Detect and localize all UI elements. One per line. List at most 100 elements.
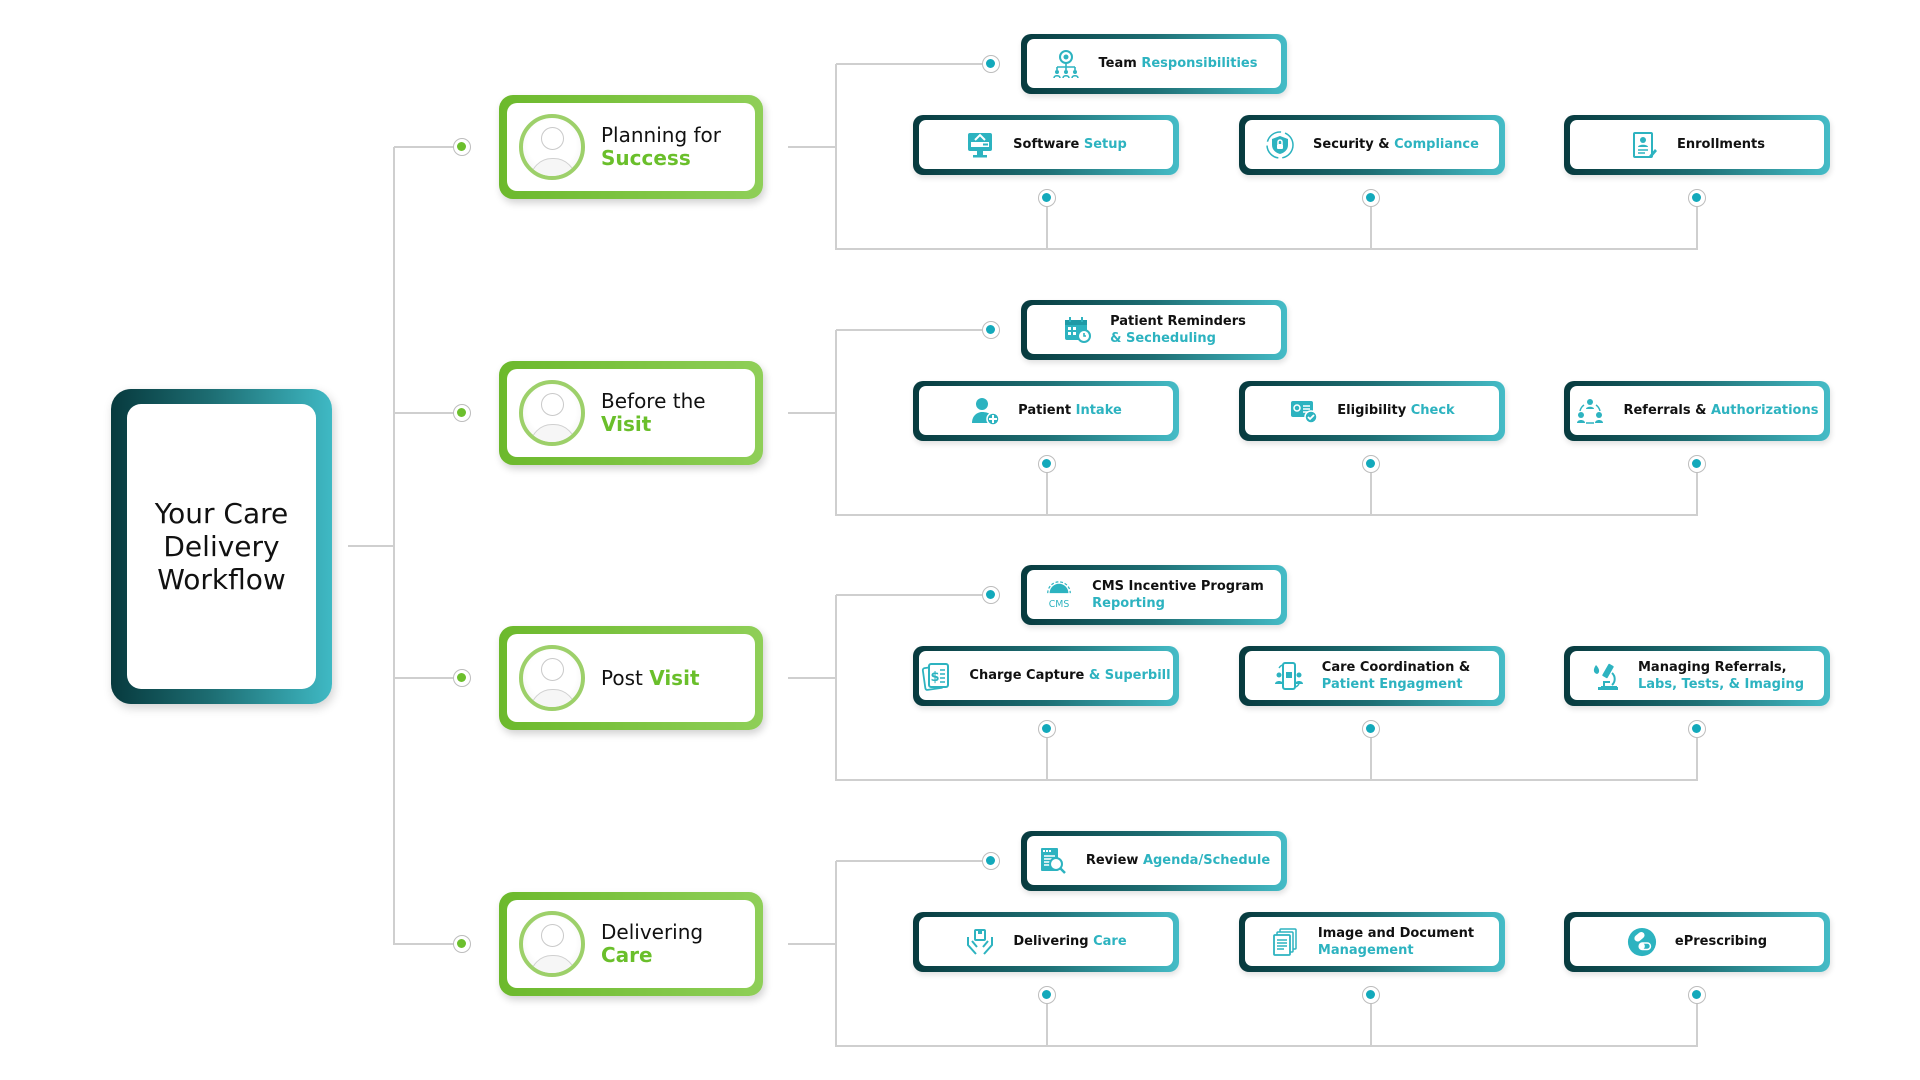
phase-2-task-3-card-inner: Referrals & Authorizations [1570,386,1824,435]
avatar-head [541,924,564,947]
phase-4-task-1-node[interactable] [1038,986,1056,1004]
phase-2-task-3-card-label-plain: Referrals & [1623,403,1711,418]
phase-1-top-task-node[interactable] [982,55,1000,73]
phase-3-top-task-node[interactable] [982,586,1000,604]
microscope-icon [1590,661,1620,691]
phase-3-top-task-card-label: CMS Incentive Program Reporting [1092,578,1264,612]
phase-2-task-1-card-label-accent: Intake [1075,403,1122,418]
phase-1-card[interactable]: Planning for Success [499,95,763,199]
phase-2-task-2-node[interactable] [1362,455,1380,473]
phase-2-top-task-card[interactable]: Patient Reminders & Secheduling [1021,300,1287,360]
phase-3-task-1-card[interactable]: $ Charge Capture & Superbill [913,646,1179,706]
avatar-body [530,689,576,707]
phase-1-task-1-card[interactable]: Software Setup [913,115,1179,175]
phase-3-task-1-node[interactable] [1038,720,1056,738]
phase-3-node[interactable] [453,669,471,687]
monitor-setup-icon [965,130,995,160]
phase-1-task-3-card[interactable]: Enrollments [1564,115,1830,175]
phase-2-top-task-node[interactable] [982,321,1000,339]
phase-2-top-task-card-inner: Patient Reminders & Secheduling [1027,305,1281,354]
phase-4-task-1-card-label: Delivering Care [1013,933,1126,950]
phase-4-task-1-card-label-plain: Delivering [1013,934,1094,949]
phase-3-task-2-card[interactable]: Care Coordination & Patient Engagment [1239,646,1505,706]
phase-4-task-1-card[interactable]: Delivering Care [913,912,1179,972]
phase-4-title-plain: Delivering [601,920,704,944]
phase-3-task-2-node[interactable] [1362,720,1380,738]
phase-2-bracket-stub [788,412,836,414]
phase-2-title: Before the Visit [601,390,706,436]
phase-3-title-plain: Post [601,665,650,690]
phase-4-task-1-card-inner: Delivering Care [919,917,1173,966]
phase-3-task-3-card-label: Managing Referrals, Labs, Tests, & Imagin… [1638,659,1804,693]
phase-3-bracket-top [836,594,982,596]
svg-text:CMS: CMS [1049,599,1070,610]
avatar-body [530,955,576,973]
phase-4-task-3-card[interactable]: ePrescribing [1564,912,1830,972]
phase-1-task-1-node[interactable] [1038,189,1056,207]
phase-3-task-1-card-label-accent: & Superbill [1088,668,1171,683]
phase-3-card[interactable]: Post Visit [499,626,763,730]
phase-1-task-1-card-label-plain: Software [1013,137,1084,152]
id-card-check-icon [1289,396,1319,426]
phase-3-task-3-card[interactable]: Managing Referrals, Labs, Tests, & Imagin… [1564,646,1830,706]
phase-1-task-1-card-label-accent: Setup [1083,137,1127,152]
phase-2-task-3-card-label-accent: Authorizations [1710,403,1819,418]
phase-4-top-task-node[interactable] [982,852,1000,870]
phase-4-task-3-node[interactable] [1688,986,1706,1004]
phase-2-task-2-card[interactable]: Eligibility Check [1239,381,1505,441]
phase-1-bracket-stub [788,146,836,148]
workflow-root-inner: Your Care Delivery Workflow [127,404,316,689]
phase-3-task-3-node[interactable] [1688,720,1706,738]
phase-3-task-3-card-label-plain: Managing Referrals, [1637,659,1787,675]
person-avatar-icon [519,380,585,446]
phase-1-bracket-vertical [835,64,837,250]
phase-1-task-2-card[interactable]: Security & Compliance [1239,115,1505,175]
phase-2-card[interactable]: Before the Visit [499,361,763,465]
phase-2-task-1-card-label-plain: Patient [1018,403,1076,418]
phase-2-node[interactable] [453,404,471,422]
phase-1-task-3-card-label-plain: Enrollments [1677,137,1765,152]
phase-1-bracket-top [836,63,982,65]
phase-1-top-task-card[interactable]: Team Responsibilities [1021,34,1287,94]
phase-4-task-3-card-label-plain: ePrescribing [1674,934,1768,949]
phase-4-task-1-card-label-accent: Care [1093,934,1127,949]
phase-4-top-task-card[interactable]: Review Agenda/Schedule [1021,831,1287,891]
user-add-icon [970,396,1000,426]
workflow-title-line-1: Your Care [154,497,289,530]
phase-3-top-task-card[interactable]: CMS CMS Incentive Program Reporting [1021,565,1287,625]
team-hierarchy-icon [1051,49,1081,79]
phase-2-task-3-card[interactable]: Referrals & Authorizations [1564,381,1830,441]
phase-4-task-3-card-inner: ePrescribing [1570,917,1824,966]
phase-1-node[interactable] [453,138,471,156]
cms-gear-icon: CMS [1044,580,1074,610]
phase-2-task-3-node[interactable] [1688,455,1706,473]
phase-4-top-task-card-inner: Review Agenda/Schedule [1027,836,1281,885]
phase-1-title: Planning for Success [601,124,721,170]
avatar-body [530,424,576,442]
workflow-title-line-3: Workflow [157,563,286,596]
phase-4-node[interactable] [453,935,471,953]
phase-2-task-1-node[interactable] [1038,455,1056,473]
phase-4-task-2-card[interactable]: Image and Document Management [1239,912,1505,972]
phase-2-connector [394,412,454,414]
phase-1-task-3-node[interactable] [1688,189,1706,207]
phase-3-task-2-card-label: Care Coordination & Patient Engagment [1322,659,1470,693]
avatar-head [541,393,564,416]
phase-3-task-3-card-inner: Managing Referrals, Labs, Tests, & Imagin… [1570,651,1824,700]
phase-1-task-2-node[interactable] [1362,189,1380,207]
phase-2-task-1-card[interactable]: Patient Intake [913,381,1179,441]
phase-4-bracket-top [836,860,982,862]
phase-3-top-task-card-label-plain: CMS Incentive Program [1092,578,1264,594]
documents-stack-icon [1270,927,1300,957]
phase-2-task-2-card-label-accent: Check [1410,403,1455,418]
phase-trunk-line [393,147,395,945]
phase-1-bracket-bottom [836,248,1698,250]
document-search-icon [1038,846,1068,876]
phase-1-task-3-card-label: Enrollments [1677,136,1765,153]
pill-capsule-icon [1627,927,1657,957]
phase-4-card[interactable]: Delivering Care [499,892,763,996]
phase-1-task-3-card-inner: Enrollments [1570,120,1824,169]
phase-4-task-2-node[interactable] [1362,986,1380,1004]
phase-2-title-accent: Visit [601,412,652,436]
phase-4-bracket-stub [788,943,836,945]
